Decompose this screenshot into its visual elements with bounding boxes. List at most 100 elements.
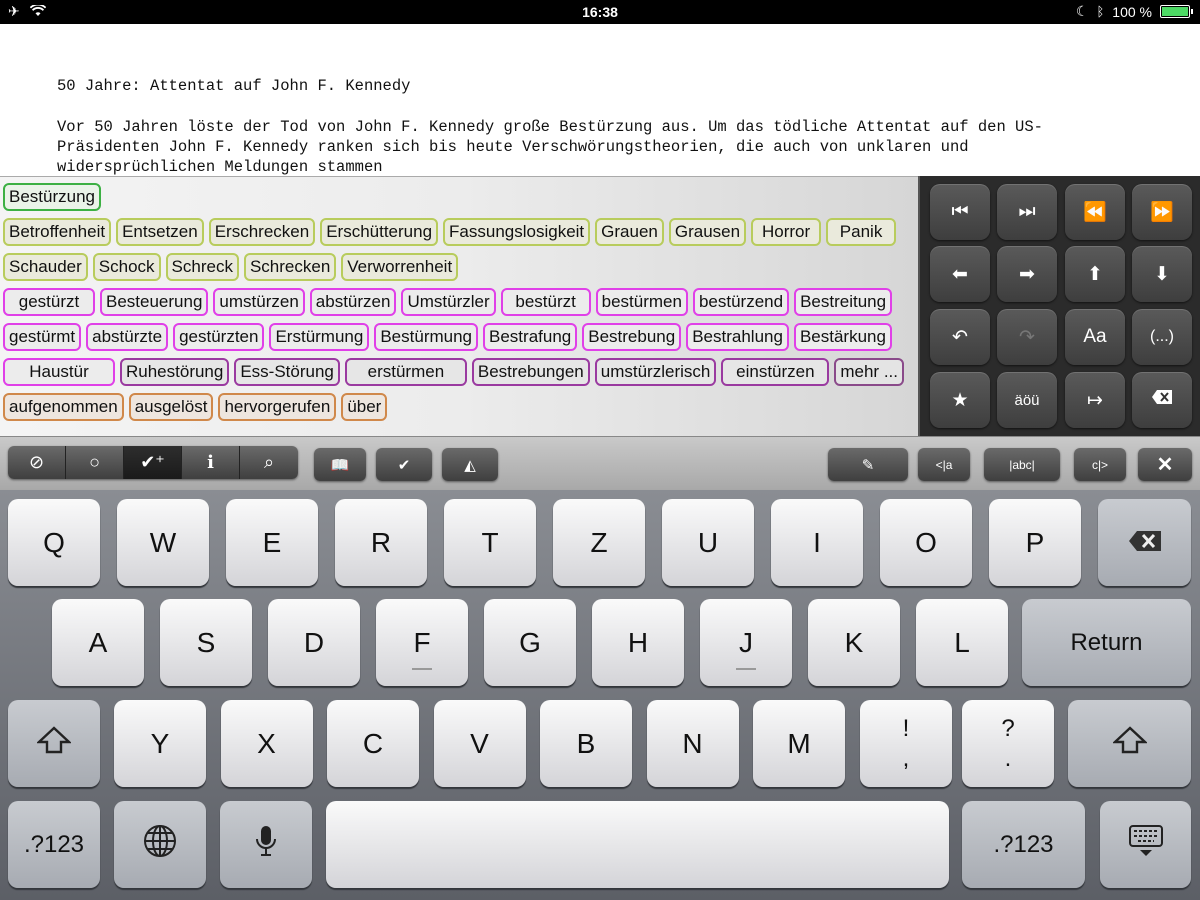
- suggestion-chip[interactable]: Bestrafung: [483, 323, 578, 351]
- key-b[interactable]: B: [540, 700, 632, 787]
- suggestion-chip[interactable]: Grauen: [595, 218, 664, 246]
- suggestion-chip[interactable]: Schreck: [165, 253, 239, 281]
- check-add-mode-button[interactable]: ✔⁺: [124, 446, 182, 479]
- backspace-key[interactable]: [1098, 499, 1191, 586]
- no-entry-mode-button[interactable]: ⊘: [8, 446, 66, 479]
- suggestion-chip[interactable]: Panik: [826, 218, 897, 246]
- suggestion-chip[interactable]: Bestürzung: [3, 183, 101, 211]
- key-o[interactable]: O: [880, 499, 972, 586]
- tab-button[interactable]: ↦: [1065, 372, 1125, 428]
- suggestion-chip[interactable]: abstürzen: [309, 288, 397, 316]
- suggestion-chip[interactable]: gestürmt: [3, 323, 82, 351]
- suggestion-chip[interactable]: Erschrecken: [208, 218, 316, 246]
- suggestion-chip[interactable]: über: [341, 393, 388, 421]
- key-h[interactable]: H: [592, 599, 684, 686]
- umlaut-button[interactable]: äöü: [997, 372, 1057, 428]
- suggestion-chip[interactable]: bestürzend: [692, 288, 790, 316]
- key-e[interactable]: E: [226, 499, 318, 586]
- key-v[interactable]: V: [433, 700, 526, 787]
- accept-button[interactable]: ✔: [376, 448, 432, 481]
- suggestion-chip[interactable]: Bestrebung: [582, 323, 682, 351]
- font-button[interactable]: Aa: [1065, 309, 1125, 365]
- suggestion-chip[interactable]: Umstürzler: [401, 288, 496, 316]
- hide-keyboard-key[interactable]: [1100, 801, 1191, 888]
- info-mode-button[interactable]: i: [182, 446, 240, 479]
- suggestion-chip[interactable]: Bestärkung: [793, 323, 892, 351]
- key-y[interactable]: Y: [114, 700, 206, 787]
- suggestion-chip[interactable]: einstürzen: [721, 358, 830, 386]
- suggestion-chip[interactable]: Erschütterung: [320, 218, 439, 246]
- suggestion-chip[interactable]: gestürzten: [173, 323, 265, 351]
- suggestion-chip[interactable]: Erstürmung: [269, 323, 370, 351]
- suggestion-chip[interactable]: Ess-Störung: [234, 358, 340, 386]
- fast-forward-button[interactable]: ⏩: [1132, 184, 1192, 240]
- suggestion-chip[interactable]: bestürzt: [500, 288, 591, 316]
- suggestion-chip[interactable]: Verworrenheit: [341, 253, 459, 281]
- eraser-button[interactable]: ◭: [442, 448, 498, 481]
- key-a[interactable]: A: [52, 599, 144, 686]
- suggestion-chip[interactable]: Schauder: [3, 253, 88, 281]
- key-k[interactable]: K: [808, 599, 900, 686]
- suggestion-chip[interactable]: ausgelöst: [128, 393, 214, 421]
- suggestion-chip[interactable]: Bestrebungen: [471, 358, 590, 386]
- suggestion-chip[interactable]: umstürzlerisch: [594, 358, 717, 386]
- key-m[interactable]: M: [753, 700, 845, 787]
- undo-button[interactable]: ↶: [930, 309, 990, 365]
- cursor-right-button[interactable]: ➡: [997, 246, 1057, 302]
- suggestion-chip[interactable]: mehr ...: [834, 358, 904, 386]
- space-bar[interactable]: [326, 801, 949, 888]
- dictation-key[interactable]: [220, 801, 312, 888]
- suggestion-chip[interactable]: erstürmen: [344, 358, 467, 386]
- suggestion-chip[interactable]: bestürmen: [595, 288, 688, 316]
- suggestion-chip[interactable]: Haustür: [3, 358, 115, 386]
- select-right-button[interactable]: c|>: [1074, 448, 1126, 481]
- circle-mode-button[interactable]: ○: [66, 446, 124, 479]
- select-word-button[interactable]: |abc|: [984, 448, 1060, 481]
- suggestion-chip[interactable]: Bestürmung: [374, 323, 479, 351]
- suggestion-chip[interactable]: Ruhestörung: [120, 358, 230, 386]
- suggestion-chip[interactable]: Bestrahlung: [686, 323, 789, 351]
- numbers-key-left[interactable]: .?123: [8, 801, 100, 888]
- key-x[interactable]: X: [220, 700, 313, 787]
- suggestion-chip[interactable]: Entsetzen: [116, 218, 204, 246]
- suggestion-chip[interactable]: Fassungslosigkeit: [443, 218, 591, 246]
- cursor-up-button[interactable]: ⬆: [1065, 246, 1125, 302]
- suggestion-chip[interactable]: Grausen: [668, 218, 747, 246]
- key-n[interactable]: N: [646, 700, 739, 787]
- suggestion-chip[interactable]: aufgenommen: [3, 393, 124, 421]
- suggestion-chip[interactable]: Schock: [92, 253, 161, 281]
- key-p[interactable]: P: [989, 499, 1081, 586]
- redo-button[interactable]: ↷: [997, 309, 1057, 365]
- key-l[interactable]: L: [916, 599, 1008, 686]
- suggestion-chip[interactable]: umstürzen: [213, 288, 305, 316]
- suggestion-chip[interactable]: Bestreitung: [794, 288, 893, 316]
- dictionary-button[interactable]: 📖: [314, 448, 366, 481]
- key-j[interactable]: J: [700, 599, 792, 686]
- numbers-key-right[interactable]: .?123: [962, 801, 1085, 888]
- delete-forward-button[interactable]: [1132, 372, 1192, 428]
- shift-left-key[interactable]: [8, 700, 100, 787]
- key-w[interactable]: W: [117, 499, 209, 586]
- suggestion-chip[interactable]: hervorgerufen: [218, 393, 337, 421]
- search-mode-button[interactable]: ⌕: [240, 446, 298, 479]
- document-text-area[interactable]: 50 Jahre: Attentat auf John F. Kennedy V…: [0, 24, 1200, 176]
- key-g[interactable]: G: [484, 599, 576, 686]
- close-toolbar-button[interactable]: ✕: [1138, 448, 1192, 481]
- key-s[interactable]: S: [160, 599, 252, 686]
- suggestion-chip[interactable]: gestürzt: [3, 288, 95, 316]
- return-key[interactable]: Return: [1022, 599, 1191, 686]
- suggestion-chip[interactable]: Horror: [751, 218, 822, 246]
- cursor-left-button[interactable]: ⬅: [930, 246, 990, 302]
- cursor-down-button[interactable]: ⬇: [1132, 246, 1192, 302]
- rewind-button[interactable]: ⏪: [1065, 184, 1125, 240]
- key-q[interactable]: Q: [8, 499, 100, 586]
- key-u[interactable]: U: [662, 499, 754, 586]
- key-question-period[interactable]: ?.: [962, 700, 1054, 787]
- key-r[interactable]: R: [335, 499, 427, 586]
- key-z[interactable]: Z: [553, 499, 645, 586]
- key-i[interactable]: I: [771, 499, 863, 586]
- key-f[interactable]: F: [376, 599, 468, 686]
- key-c[interactable]: C: [327, 700, 419, 787]
- jump-start-button[interactable]: ⏮: [930, 184, 990, 240]
- key-d[interactable]: D: [268, 599, 360, 686]
